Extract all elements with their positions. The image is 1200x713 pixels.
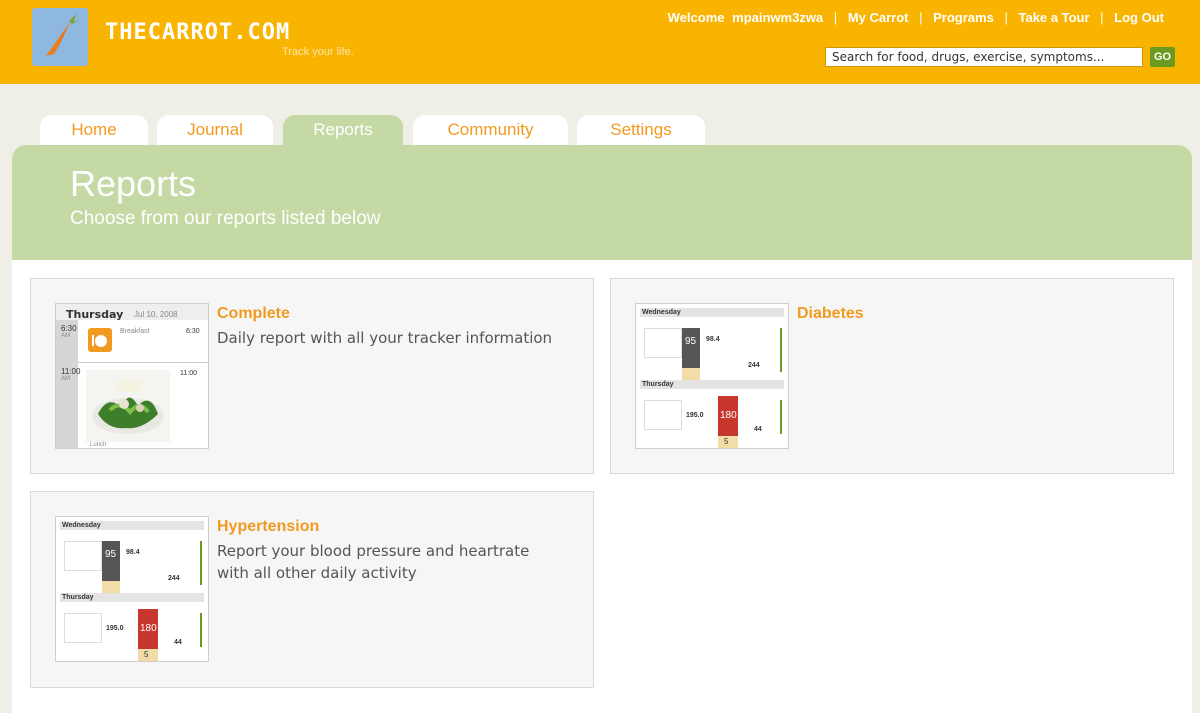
thumb-time-1: 6:30 xyxy=(61,324,77,333)
welcome-text: Welcome xyxy=(667,10,725,25)
page-subtitle: Choose from our reports listed below xyxy=(70,208,381,229)
thumb-value-3: 180 xyxy=(140,623,157,634)
report-card-hypertension[interactable]: Wednesday 95 98.4 244 Thursday 195.0 180… xyxy=(30,491,594,688)
report-thumbnail-complete[interactable]: Thursday Jul 10, 2008 6:30 AM Breakfast … xyxy=(55,303,209,449)
thumb-value-4: 195.0 xyxy=(686,412,704,419)
nav-separator: | xyxy=(1004,10,1008,25)
report-thumbnail-diabetes[interactable]: Wednesday 95 98.4 244 Thursday 195.0 180… xyxy=(635,303,789,449)
breakfast-icon xyxy=(88,328,112,352)
brand-tagline: Track your life. xyxy=(282,46,354,58)
thumb-day-1: Wednesday xyxy=(62,522,101,529)
carrot-logo-icon[interactable] xyxy=(32,8,88,66)
thumb-value-4: 195.0 xyxy=(106,625,124,632)
thumb-value-1: 95 xyxy=(105,549,117,560)
tab-community[interactable]: Community xyxy=(413,115,568,145)
nav-link-take-a-tour[interactable]: Take a Tour xyxy=(1018,10,1089,25)
thumb-ampm-1: AM xyxy=(61,333,70,339)
thumb-day-1: Wednesday xyxy=(642,309,681,316)
page-banner: Reports Choose from our reports listed b… xyxy=(12,145,1192,260)
tab-settings[interactable]: Settings xyxy=(577,115,705,145)
nav-link-log-out[interactable]: Log Out xyxy=(1114,10,1164,25)
site-header: THECARROT.COM Track your life. Welcome m… xyxy=(0,0,1200,84)
tab-reports[interactable]: Reports xyxy=(283,115,403,145)
brand-name[interactable]: THECARROT.COM xyxy=(105,20,290,45)
nav-link-programs[interactable]: Programs xyxy=(933,10,994,25)
thumb-meal-1: Breakfast xyxy=(120,328,150,335)
nav-separator: | xyxy=(833,10,838,25)
report-thumbnail-hypertension[interactable]: Wednesday 95 98.4 244 Thursday 195.0 180… xyxy=(55,516,209,662)
thumb-value-2: 98.4 xyxy=(126,549,140,556)
thumb-value-7: 44 xyxy=(174,639,182,646)
report-description-complete: Daily report with all your tracker infor… xyxy=(217,329,553,347)
thumb-time-2: 11:00 xyxy=(61,367,81,376)
thumb-value-1: 95 xyxy=(685,336,697,347)
username: mpainwm3zwa xyxy=(732,10,824,25)
search-go-button[interactable]: GO xyxy=(1150,47,1175,67)
thumb-value-6: 5 xyxy=(724,437,729,446)
report-title-diabetes[interactable]: Diabetes xyxy=(797,305,864,323)
thumb-meal-time-1: 6:30 xyxy=(186,328,200,335)
report-card-complete[interactable]: Thursday Jul 10, 2008 6:30 AM Breakfast … xyxy=(30,278,594,474)
thumb-value-5: 244 xyxy=(168,575,180,582)
thumb-value-3: 180 xyxy=(720,410,737,421)
report-card-diabetes[interactable]: Wednesday 95 98.4 244 Thursday 195.0 180… xyxy=(610,278,1174,474)
report-title-hypertension[interactable]: Hypertension xyxy=(217,518,319,536)
nav-link-my-carrot[interactable]: My Carrot xyxy=(848,10,909,25)
thumb-day-2: Thursday xyxy=(62,594,94,601)
top-navigation: Welcome mpainwm3zwa | My Carrot | Progra… xyxy=(668,10,1164,25)
thumb-day-2: Thursday xyxy=(642,381,674,388)
thumb-value-5: 244 xyxy=(748,362,760,369)
report-description-hypertension: Report your blood pressure and heartrate… xyxy=(217,542,530,582)
nav-separator: | xyxy=(919,10,923,25)
thumb-date: Jul 10, 2008 xyxy=(134,310,178,319)
thumb-value-7: 44 xyxy=(754,426,762,433)
reports-content: Thursday Jul 10, 2008 6:30 AM Breakfast … xyxy=(12,260,1192,713)
page-title: Reports xyxy=(70,163,197,204)
salad-photo xyxy=(86,370,170,442)
thumb-meal-2: Lunch xyxy=(90,442,107,448)
tab-home[interactable]: Home xyxy=(40,115,148,145)
search-input[interactable]: Search for food, drugs, exercise, sympto… xyxy=(825,47,1143,67)
tab-journal[interactable]: Journal xyxy=(157,115,273,145)
report-title-complete[interactable]: Complete xyxy=(217,305,290,323)
thumb-ampm-2: AM xyxy=(61,376,70,382)
nav-separator: | xyxy=(1100,10,1104,25)
thumb-value-2: 98.4 xyxy=(706,336,720,343)
thumb-meal-time-2: 11:00 xyxy=(180,370,197,377)
thumb-value-6: 5 xyxy=(144,650,149,659)
